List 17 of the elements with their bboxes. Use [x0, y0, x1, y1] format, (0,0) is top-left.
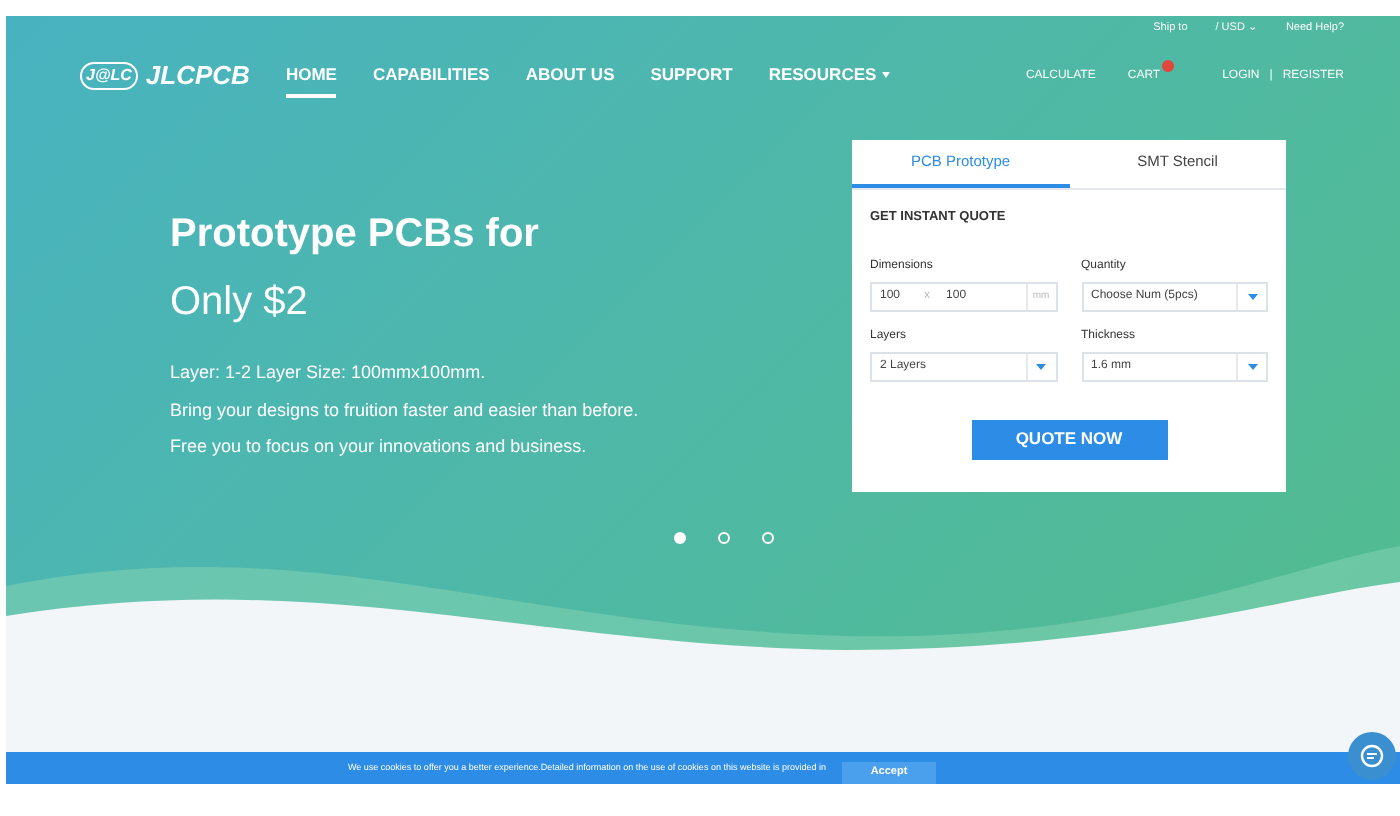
- hero-subtitle: Only $2: [170, 278, 310, 328]
- hero-text: Free you to focus on your innovations and business.: [170, 434, 589, 460]
- logo-text: JLCPCB: [145, 58, 250, 95]
- hero-text: Bring your designs to fruition faster and easier than before.: [170, 397, 641, 424]
- hero-text: Layer: 1-2 Layer Size: 100mmx100mm.: [170, 360, 488, 386]
- hero-title: Prototype PCBs for: [170, 210, 541, 260]
- nav-link[interactable]: SUPPORT: [650, 53, 733, 99]
- caret-icon: [1036, 363, 1046, 370]
- quote-now-button[interactable]: QUOTE NOW: [971, 419, 1167, 460]
- logo-mark: J@LC: [80, 62, 138, 90]
- caret-icon: [1247, 363, 1257, 370]
- nav-link[interactable]: ABOUT US: [525, 53, 615, 99]
- chat-icon: [1360, 744, 1384, 768]
- nav-link[interactable]: HOME: [285, 53, 337, 99]
- nav-link[interactable]: RESOURCES: [768, 53, 891, 99]
- nav-link[interactable]: CAPABILITIES: [372, 53, 490, 99]
- caret-icon: [1247, 293, 1257, 300]
